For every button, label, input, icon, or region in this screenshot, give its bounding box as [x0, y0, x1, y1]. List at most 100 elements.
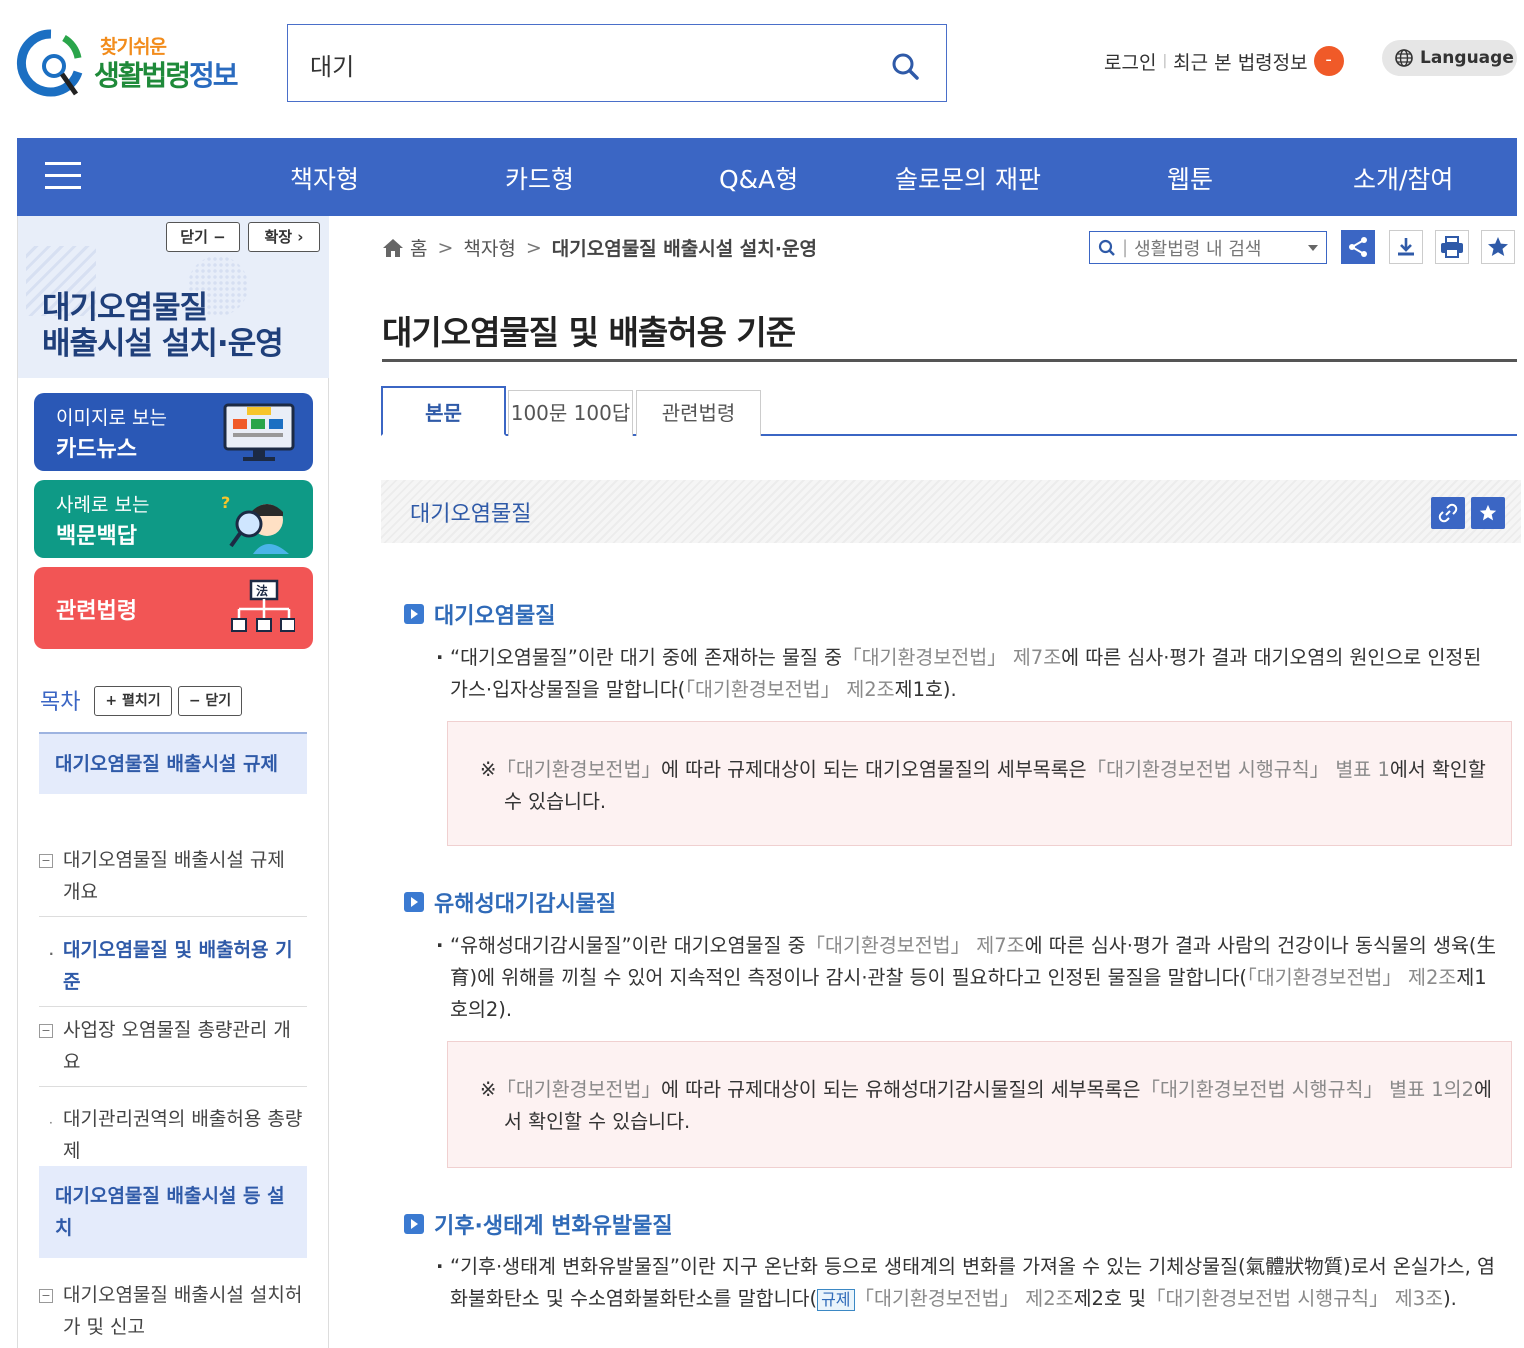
toc-item-label: 대기오염물질 및 배출허용 기준 [63, 939, 293, 993]
nav-item-card[interactable]: 카드형 [505, 160, 574, 196]
toc-collapse-button[interactable]: − 닫기 [178, 686, 242, 716]
promo-qa[interactable]: 사례로 보는 백문백답 ? [34, 480, 313, 558]
print-button[interactable] [1435, 230, 1469, 264]
recent-laws-link[interactable]: 최근 본 법령정보 [1173, 48, 1307, 75]
in-site-search-placeholder: 생활법령 내 검색 [1134, 238, 1262, 260]
section-header: 대기오염물질 [381, 480, 1521, 543]
promo-card-news-title: 카드뉴스 [56, 437, 137, 462]
link-icon [1438, 503, 1458, 523]
law-link[interactable]: 「대기환경보전법」 제2조 [1247, 966, 1456, 989]
nav-item-qa[interactable]: Q&A형 [719, 160, 798, 196]
nav-item-solomon[interactable]: 솔로몬의 재판 [895, 160, 1041, 196]
sidebar-close-button[interactable]: 닫기 − [166, 222, 240, 252]
toc-item-regulation[interactable]: 대기오염물질 배출시설 규제 [39, 732, 307, 794]
breadcrumb-separator: > [437, 236, 454, 259]
logo-big-text: 생활법령정보 [94, 54, 239, 94]
law-hierarchy-icon: 法 [231, 579, 295, 632]
monitor-news-icon [223, 403, 295, 461]
tab-related-laws[interactable]: 관련법령 [636, 390, 761, 436]
law-link[interactable]: 「대기환경보전법 시행규칙」 별표 1의2 [1140, 1078, 1474, 1101]
download-button[interactable] [1389, 230, 1423, 264]
section-label: 대기오염물질 [410, 502, 532, 527]
tab-body[interactable]: 본문 [381, 386, 506, 436]
svg-text:?: ? [221, 493, 230, 512]
nav-item-about[interactable]: 소개/참여 [1353, 160, 1453, 196]
nav-item-webtoon[interactable]: 웹툰 [1167, 160, 1213, 196]
text: 에 따라 규제대상이 되는 대기오염물질의 세부목록은 [660, 758, 1087, 781]
language-button[interactable]: Language [1382, 40, 1517, 76]
text: ). [1443, 1287, 1457, 1310]
logo-mark-icon [16, 29, 83, 97]
paragraph-climate-substance: “기후·생태계 변화유발물질”이란 지구 온난화 등으로 생태계의 변화를 가져… [436, 1251, 1500, 1315]
page-title: 대기오염물질 및 배출허용 기준 [382, 313, 796, 352]
heading-hazardous-substance: 유해성대기감시물질 [404, 886, 616, 918]
note-mark: ※ [480, 758, 497, 781]
toc-item-standards[interactable]: · 대기오염물질 및 배출허용 기준 [39, 926, 307, 1007]
top-utility-links: 로그인 | 최근 본 법령정보 - [1104, 46, 1344, 76]
nav-item-book[interactable]: 책자형 [290, 160, 359, 196]
promo-card-news[interactable]: 이미지로 보는 카드뉴스 [34, 393, 313, 471]
law-link[interactable]: 「대기환경보전법 시행규칙」 별표 1 [1087, 758, 1390, 781]
toc-item-area-total[interactable]: · 대기관리권역의 배출허용 총량제 [39, 1095, 307, 1175]
text: “유해성대기감시물질”이란 대기오염물질 중 [450, 934, 806, 957]
toc-item-label: 대기오염물질 배출시설 규제 개요 [63, 849, 285, 903]
law-link[interactable]: 「대기환경보전법」 제7조 [842, 646, 1061, 669]
download-icon [1398, 238, 1414, 256]
globe-icon [1395, 49, 1413, 67]
heading-text: 대기오염물질 [434, 604, 556, 629]
chevron-down-icon [1308, 245, 1318, 251]
toc-item-total-overview[interactable]: − 사업장 오염물질 총량관리 개요 [39, 1006, 307, 1087]
heading-text: 기후·생태계 변화유발물질 [434, 1214, 673, 1239]
law-link[interactable]: 「대기환경보전법」 제2조 [855, 1287, 1074, 1310]
hamburger-menu-icon[interactable] [45, 162, 81, 192]
play-arrow-icon [404, 892, 424, 912]
promo-card-news-sub: 이미지로 보는 [56, 407, 167, 429]
logo-text-a: 생활법령 [94, 59, 191, 92]
sidebar-title-line1: 대기오염물질 [42, 290, 208, 326]
toc-item-label: 사업장 오염물질 총량관리 개요 [63, 1019, 291, 1073]
breadcrumb-book[interactable]: 책자형 [463, 234, 515, 261]
promo-qa-sub: 사례로 보는 [56, 494, 150, 516]
toc-item-label: 대기관리권역의 배출허용 총량제 [63, 1108, 303, 1162]
regulation-tag[interactable]: 규제 [817, 1289, 855, 1311]
play-arrow-icon [404, 604, 424, 624]
collapse-box-icon: − [39, 1289, 53, 1303]
share-button[interactable] [1341, 230, 1375, 264]
search-input[interactable] [310, 45, 870, 83]
toc-expand-button[interactable]: + 펼치기 [94, 686, 172, 716]
promo-related-laws-title: 관련법령 [56, 599, 137, 624]
svg-text:法: 法 [256, 583, 268, 598]
heading-climate-substance: 기후·생태계 변화유발물질 [404, 1208, 673, 1240]
paragraph-air-pollutant: “대기오염물질”이란 대기 중에 존재하는 물질 중「대기환경보전법」 제7조에… [436, 642, 1500, 706]
text: 에 따라 규제대상이 되는 유해성대기감시물질의 세부목록은 [660, 1078, 1141, 1101]
breadcrumb-separator: > [525, 236, 542, 259]
toc-item-overview[interactable]: − 대기오염물질 배출시설 규제 개요 [39, 836, 307, 917]
section-bookmark-button[interactable] [1471, 497, 1505, 529]
search-icon[interactable] [890, 51, 920, 81]
link-button[interactable] [1431, 497, 1465, 529]
law-link[interactable]: 「대기환경보전법」 [496, 1078, 661, 1101]
promo-related-laws[interactable]: 관련법령 法 [34, 567, 313, 649]
toc-item-permit[interactable]: − 대기오염물질 배출시설 설치허가 및 신고 [39, 1271, 307, 1348]
law-link[interactable]: 「대기환경보전법」 [496, 758, 661, 781]
breadcrumb-home[interactable]: 홈 [410, 234, 427, 261]
toc-label: 목차 [40, 690, 81, 715]
tab-100qa[interactable]: 100문 100답 [508, 390, 633, 436]
law-link[interactable]: 「대기환경보전법 시행규칙」 제3조 [1146, 1287, 1443, 1310]
in-site-search[interactable]: | 생활법령 내 검색 [1089, 231, 1327, 264]
login-link[interactable]: 로그인 [1104, 48, 1156, 75]
note-box-1: ※「대기환경보전법」에 따라 규제대상이 되는 대기오염물질의 세부목록은「대기… [447, 721, 1512, 846]
law-link[interactable]: 「대기환경보전법」 제2조 [685, 678, 894, 701]
site-logo[interactable]: 찾기쉬운 생활법령정보 [16, 24, 256, 100]
collapse-box-icon: − [39, 854, 53, 868]
bookmark-button[interactable] [1481, 230, 1515, 264]
sidebar-expand-button[interactable]: 확장 › [248, 222, 320, 252]
toc-item-installation[interactable]: 대기오염물질 배출시설 등 설치 [39, 1166, 307, 1258]
home-icon[interactable] [382, 238, 404, 258]
note-mark: ※ [480, 1078, 497, 1101]
star-icon [1479, 504, 1497, 521]
text: “대기오염물질”이란 대기 중에 존재하는 물질 중 [450, 646, 843, 669]
toc-item-label: 대기오염물질 배출시설 등 설치 [55, 1185, 285, 1239]
star-icon [1488, 237, 1508, 256]
law-link[interactable]: 「대기환경보전법」 제7조 [806, 934, 1025, 957]
